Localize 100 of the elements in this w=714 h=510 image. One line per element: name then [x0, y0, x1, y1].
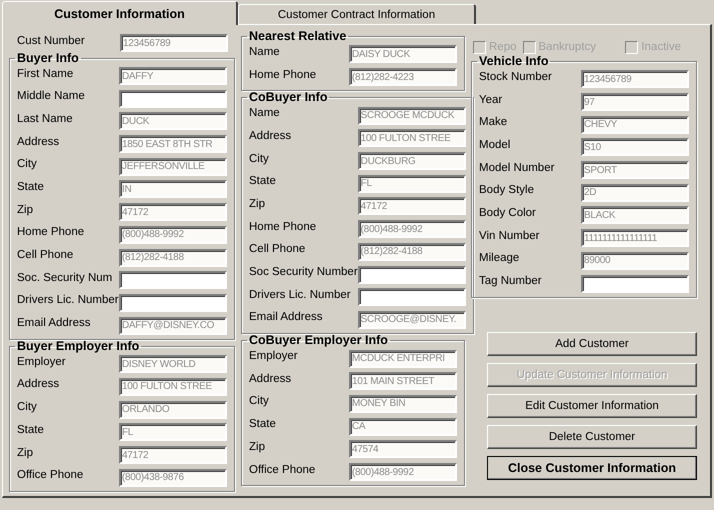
input-field[interactable]: [119, 90, 227, 108]
action-button[interactable]: Close Customer Information: [487, 456, 697, 480]
input-field[interactable]: [119, 271, 227, 290]
field-label: Home Phone: [17, 226, 84, 238]
action-button[interactable]: Delete Customer: [487, 424, 697, 449]
input-field[interactable]: DUCK: [119, 112, 227, 130]
field-label: Name: [249, 107, 280, 120]
input-field[interactable]: MCDUCK ENTERPRI: [349, 350, 457, 368]
field-label: Cell Phone: [17, 249, 74, 262]
field-label: Home Phone: [249, 68, 316, 81]
input-field[interactable]: 89000: [581, 252, 689, 270]
input-field[interactable]: DAISY DUCK: [349, 45, 457, 64]
field-label: Cell Phone: [249, 243, 306, 256]
input-field[interactable]: S10: [581, 138, 689, 156]
input-field[interactable]: 100 FULTON STREE: [119, 378, 227, 396]
field-label: Model Number: [479, 162, 554, 174]
input-field[interactable]: 2D: [581, 184, 689, 202]
field-label: Tag Number: [479, 275, 542, 288]
field-label: Office Phone: [17, 469, 84, 482]
field-label: Address: [249, 130, 292, 142]
input-field[interactable]: 47172: [119, 203, 227, 222]
input-field[interactable]: (800)438-9876: [119, 468, 227, 487]
field-label: Body Color: [479, 206, 536, 219]
input-field[interactable]: [358, 288, 466, 306]
input-field[interactable]: SCROOGE MCDUCK: [358, 106, 466, 125]
field-label: Model: [479, 138, 510, 151]
field-label: Address: [17, 136, 60, 148]
field-label: State: [249, 175, 276, 188]
input-field[interactable]: [119, 294, 227, 312]
field-label: Home Phone: [249, 220, 316, 233]
input-field[interactable]: 123456789: [120, 34, 228, 52]
field-label: Last Name: [17, 112, 73, 125]
input-field[interactable]: 101 MAIN STREET: [349, 372, 457, 390]
field-label: Zip: [17, 446, 33, 459]
field-label: Email Address: [249, 311, 323, 324]
field-label: Office Phone: [249, 464, 316, 476]
group-title: CoBuyer Employer Info: [248, 335, 389, 346]
input-field[interactable]: JEFFERSONVILLE: [119, 158, 227, 176]
input-field[interactable]: (812)282-4188: [358, 242, 466, 261]
field-label: Year: [479, 94, 502, 106]
field-label: City: [17, 401, 37, 414]
input-field[interactable]: 1850 EAST 8TH STR: [119, 135, 227, 154]
field-label: Make: [479, 116, 508, 128]
field-label: State: [17, 180, 44, 193]
input-field[interactable]: 123456789: [581, 70, 689, 88]
field-label: Address: [17, 378, 60, 390]
field-label: Middle Name: [17, 90, 85, 102]
input-field[interactable]: CA: [349, 418, 457, 436]
field-label: Email Address: [17, 317, 91, 330]
field-label: Soc Security Number: [249, 266, 358, 278]
input-field[interactable]: BLACK: [581, 206, 689, 224]
input-field[interactable]: DISNEY WORLD: [119, 355, 227, 374]
input-field[interactable]: ORLANDO: [119, 400, 227, 419]
input-field[interactable]: SPORT: [581, 161, 689, 180]
input-field[interactable]: DUCKBURG: [358, 152, 466, 170]
input-field[interactable]: CHEVY: [581, 116, 689, 134]
input-field[interactable]: [581, 274, 689, 293]
input-field[interactable]: SCROOGE@DISNEY.: [358, 310, 466, 329]
group-title: Buyer Employer Info: [16, 340, 140, 352]
field-label: Name: [249, 46, 280, 58]
input-field[interactable]: 47172: [119, 446, 227, 464]
input-field[interactable]: IN: [119, 180, 227, 198]
input-field[interactable]: DAFFY: [119, 67, 227, 86]
field-label: City: [249, 395, 269, 408]
input-field[interactable]: 1111111111111111: [581, 229, 689, 248]
field-label: State: [249, 418, 276, 430]
field-label: Address: [249, 372, 292, 385]
tab[interactable]: Customer Information: [2, 1, 238, 25]
input-field[interactable]: 100 FULTON STREE: [358, 129, 466, 148]
action-button[interactable]: Edit Customer Information: [487, 394, 697, 418]
input-field[interactable]: (800)488-9992: [349, 463, 457, 482]
input-field[interactable]: 47574: [349, 440, 457, 458]
field-label: Zip: [249, 440, 265, 453]
action-button[interactable]: Add Customer: [487, 332, 697, 356]
field-label: City: [17, 158, 37, 170]
field-label: Cust Number: [17, 34, 85, 47]
field-label: Zip: [249, 198, 265, 210]
group-title: Buyer Info: [16, 52, 80, 64]
field-label: Employer: [249, 350, 298, 362]
input-field[interactable]: 47172: [358, 197, 466, 216]
input-field[interactable]: (812)282-4223: [349, 68, 457, 86]
field-label: Drivers Lic. Number: [249, 288, 351, 301]
input-field[interactable]: FL: [358, 174, 466, 193]
input-field[interactable]: 97: [581, 93, 689, 112]
field-label: Drivers Lic. Number: [17, 294, 119, 306]
group-title: CoBuyer Info: [248, 92, 328, 104]
field-label: Body Style: [479, 184, 534, 196]
input-field[interactable]: (800)488-9992: [358, 220, 466, 238]
input-field[interactable]: (800)488-9992: [119, 226, 227, 244]
input-field[interactable]: [358, 266, 466, 284]
input-field[interactable]: FL: [119, 423, 227, 442]
input-field[interactable]: (812)282-4188: [119, 248, 227, 267]
field-label: Zip: [17, 204, 33, 216]
field-label: Soc. Security Num: [17, 272, 112, 284]
field-label: Employer: [17, 356, 66, 368]
field-label: Stock Number: [479, 70, 552, 83]
input-field[interactable]: MONEY BIN: [349, 394, 457, 413]
input-field[interactable]: DAFFY@DISNEY.CO: [119, 316, 227, 335]
tab[interactable]: Customer Contract Information: [238, 4, 476, 24]
field-label: City: [249, 152, 269, 165]
